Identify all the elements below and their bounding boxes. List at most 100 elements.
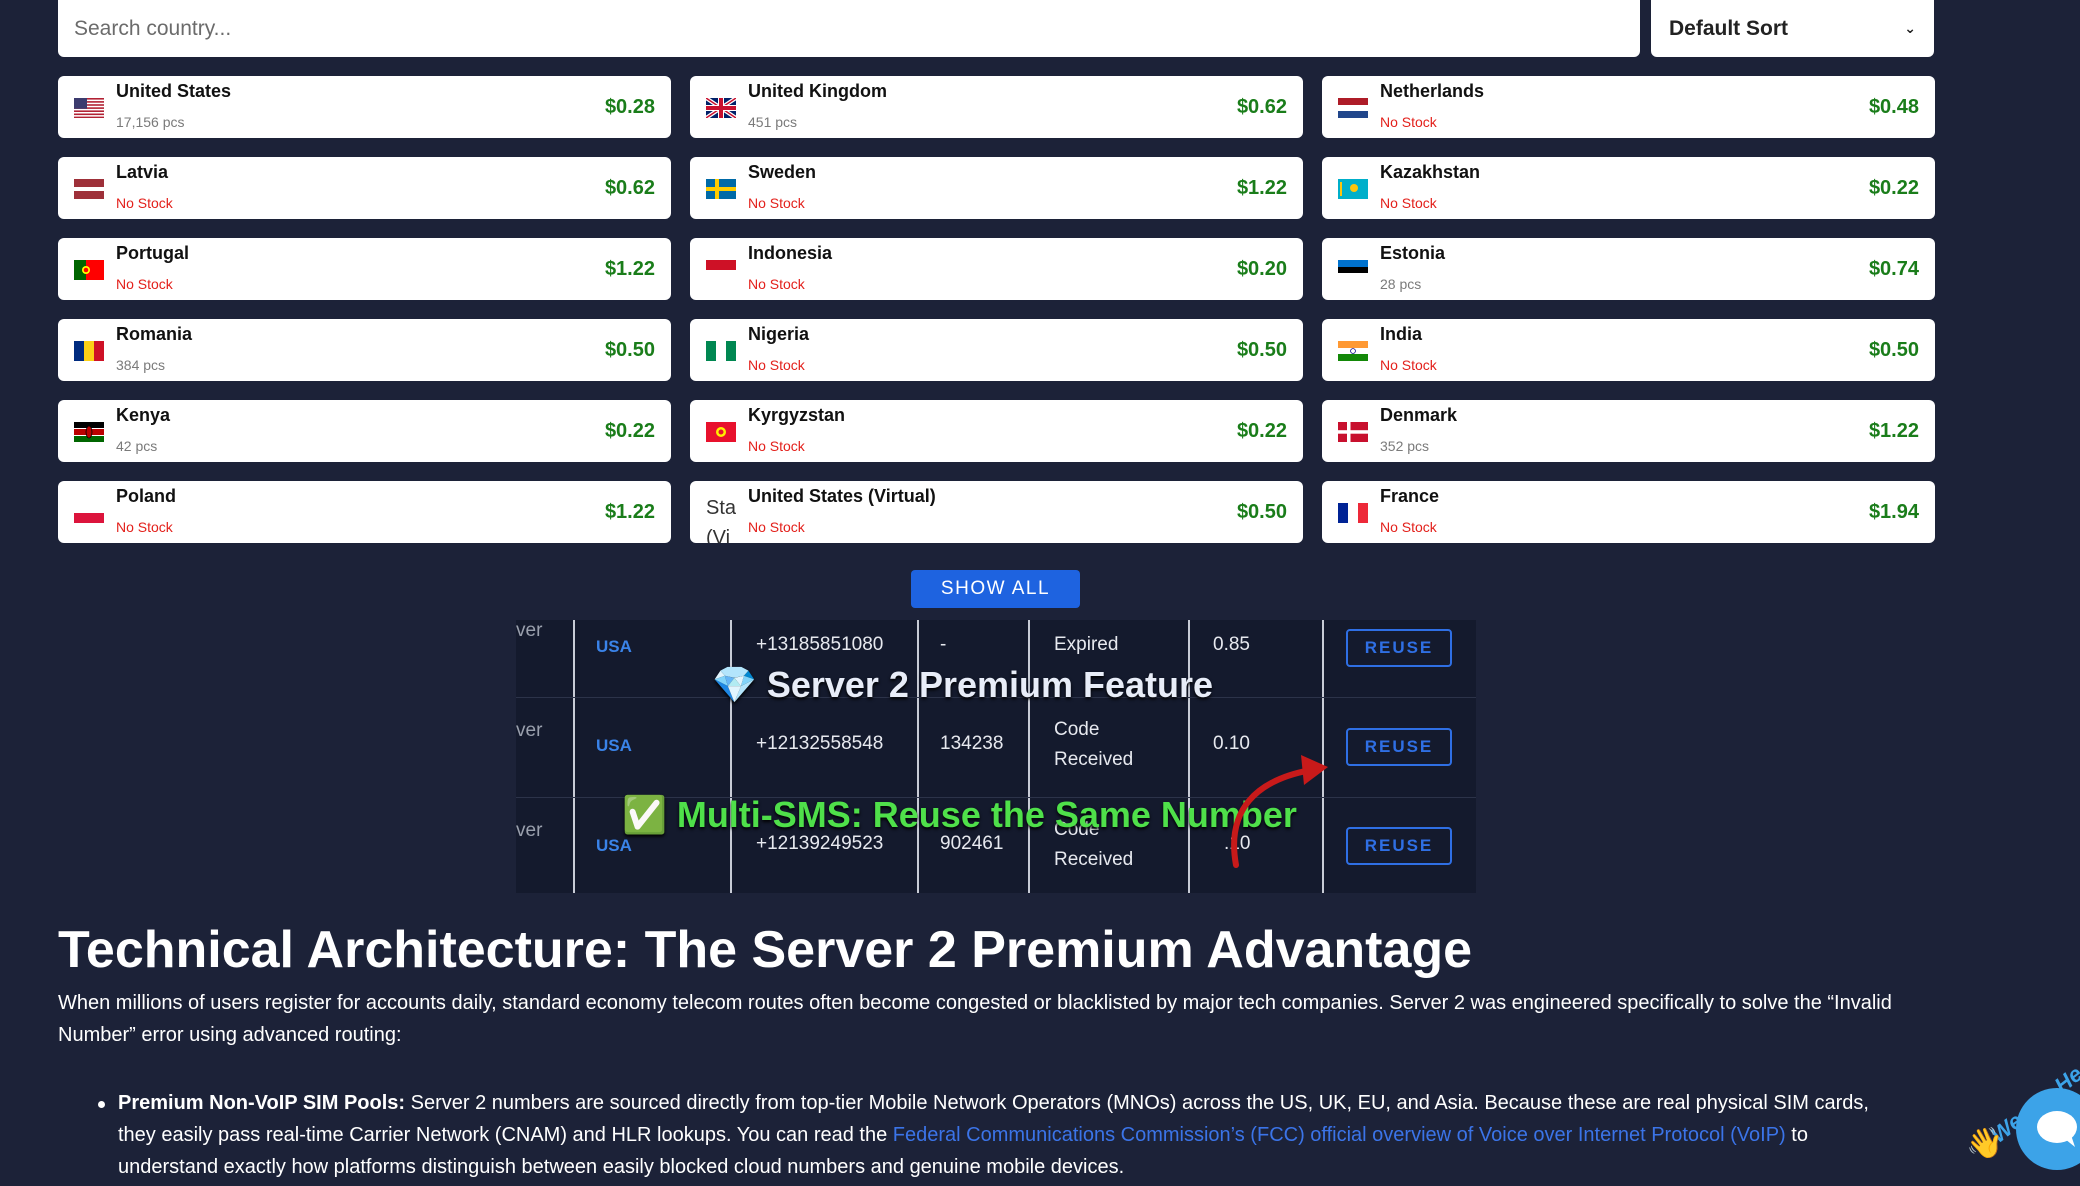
country-price: $1.22 [604,258,655,280]
row-country: USA [596,836,632,855]
stock-status: No Stock [748,519,805,535]
chat-widget[interactable]: We Are He 👋 [1966,1048,2080,1186]
broken-flag-image: Sta (Vi [706,497,737,543]
search-country-input[interactable] [58,0,1640,57]
country-price: $1.22 [1868,420,1919,442]
flag-uk-icon [706,98,736,118]
flag-kg-icon [706,422,736,442]
fcc-voip-link[interactable]: Federal Communications Commission’s (FCC… [893,1124,1786,1146]
country-name: Latvia [116,162,169,182]
country-price: $0.50 [1868,339,1919,361]
country-card[interactable]: France No Stock $1.94 [1322,481,1935,543]
country-price: $0.20 [1236,258,1287,280]
country-name: India [1380,324,1423,344]
row-number: +12132558548 [756,733,884,754]
country-card[interactable]: Portugal No Stock $1.22 [58,238,671,300]
country-card[interactable]: Kyrgyzstan No Stock $0.22 [690,400,1303,462]
country-price: $0.50 [604,339,655,361]
country-card[interactable]: Denmark 352 pcs $1.22 [1322,400,1935,462]
row-code: 902461 [940,833,1004,854]
country-card[interactable]: Latvia No Stock $0.62 [58,157,671,219]
country-price: $0.28 [604,96,655,118]
country-card[interactable]: Sta (Vi United States (Virtual) No Stock $0… [690,481,1303,543]
stock-status: No Stock [1380,357,1437,373]
country-card[interactable]: Poland No Stock $1.22 [58,481,671,543]
row-code: - [940,634,947,655]
country-card[interactable]: Nigeria No Stock $0.50 [690,319,1303,381]
article-heading: Technical Architecture: The Server 2 Pre… [58,921,1473,979]
row-status: Code [1054,719,1100,740]
flag-nl-icon [1338,98,1368,118]
sort-selected-label: Default Sort [1669,16,1789,40]
country-name: Kyrgyzstan [748,405,846,425]
country-name: Kazakhstan [1380,162,1481,182]
country-price: $1.22 [1236,177,1287,199]
country-price: $0.74 [1868,258,1919,280]
country-card[interactable]: United States 17,156 pcs $0.28 [58,76,671,138]
country-price: $0.50 [1236,501,1287,523]
country-price: $0.50 [1236,339,1287,361]
stock-status: No Stock [116,195,173,211]
country-name: France [1380,486,1440,506]
country-card[interactable]: Netherlands No Stock $0.48 [1322,76,1935,138]
country-price: $0.22 [1236,420,1287,442]
reuse-button: REUSE [1346,728,1452,766]
country-card[interactable]: United Kingdom 451 pcs $0.62 [690,76,1303,138]
country-name: Kenya [116,405,171,425]
table-divider [730,620,732,893]
flag-ee-icon [1338,260,1368,280]
show-all-button[interactable]: SHOW ALL [911,570,1080,608]
country-name: Romania [116,324,193,344]
country-card[interactable]: Kenya 42 pcs $0.22 [58,400,671,462]
flag-se-icon [706,179,736,199]
country-card[interactable]: Sweden No Stock $1.22 [690,157,1303,219]
country-name: United States (Virtual) [748,486,936,506]
table-divider [1188,620,1190,893]
flag-dk-icon [1338,422,1368,442]
country-card[interactable]: Romania 384 pcs $0.50 [58,319,671,381]
flag-pt-icon [74,260,104,280]
country-name: Sweden [748,162,817,182]
flag-ro-icon [74,341,104,361]
flag-lv-icon [74,179,104,199]
bullet-title: Premium Non-VoIP SIM Pools: [118,1092,406,1114]
stock-status: 352 pcs [1380,438,1430,454]
country-price: $1.94 [1868,501,1919,523]
table-divider [1028,620,1030,893]
row-number: +12139249523 [756,833,884,854]
flag-kz-icon [1338,179,1368,199]
country-name: United States [116,81,232,101]
stock-status: No Stock [1380,114,1437,130]
row-country: USA [596,637,632,656]
sort-select[interactable]: Default Sort ⌄ [1651,0,1934,57]
country-card[interactable]: Estonia 28 pcs $0.74 [1322,238,1935,300]
search-row: Default Sort ⌄ [58,0,1934,57]
row-status-2: Received [1054,849,1134,870]
flag-pl-icon [74,503,104,523]
stock-status: No Stock [748,195,805,211]
cut-column-label: ver [516,820,543,841]
country-card[interactable]: India No Stock $0.50 [1322,319,1935,381]
cut-column-label: ver [516,720,543,741]
country-name: Estonia [1380,243,1446,263]
row-country: USA [596,736,632,755]
chat-icon [2037,1111,2077,1147]
table-divider [573,620,575,893]
promo-title: 💎 Server 2 Premium Feature [712,664,1214,705]
country-price: $0.62 [604,177,655,199]
reuse-button: REUSE [1346,629,1452,667]
stock-status: 42 pcs [116,438,158,454]
country-name: Nigeria [748,324,810,344]
table-divider [917,620,919,893]
country-name: Denmark [1380,405,1458,425]
row-status: Expired [1054,634,1119,655]
country-price: $0.22 [604,420,655,442]
country-card[interactable]: Kazakhstan No Stock $0.22 [1322,157,1935,219]
stock-status: No Stock [1380,519,1437,535]
flag-id-icon [706,260,736,280]
country-card[interactable]: Indonesia No Stock $0.20 [690,238,1303,300]
country-name: Portugal [116,243,190,263]
stock-status: No Stock [1380,195,1437,211]
article-bullet: Premium Non-VoIP SIM Pools: Server 2 num… [118,1087,1908,1183]
row-status-2: Received [1054,749,1134,770]
